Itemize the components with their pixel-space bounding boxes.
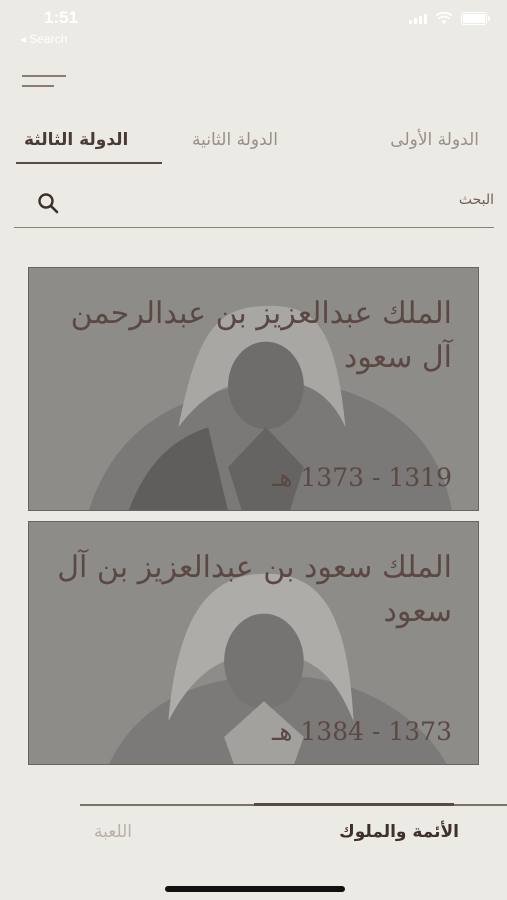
tab-third-state[interactable]: الدولة الثالثة <box>24 130 128 150</box>
wifi-icon <box>435 12 453 24</box>
search-icon[interactable] <box>36 191 60 215</box>
king-name: الملك سعود بن عبدالعزيز بن آل سعود <box>57 550 452 629</box>
state-tabs: الدولة الأولى الدولة الثانية الدولة الثا… <box>0 120 507 164</box>
king-name: الملك عبدالعزيز بن عبدالرحمن آل سعود <box>70 296 452 375</box>
home-indicator[interactable] <box>165 886 345 892</box>
bottom-navigation: الأئمة والملوك اللعبة <box>0 802 507 900</box>
status-time: 1:51 <box>44 8 79 27</box>
nav-game[interactable]: اللعبة <box>94 822 132 842</box>
nav-imams-and-kings[interactable]: الأئمة والملوك <box>339 822 459 842</box>
active-tab-indicator <box>16 162 162 164</box>
search-input[interactable] <box>54 182 494 218</box>
status-icons <box>409 12 490 25</box>
tab-first-state[interactable]: الدولة الأولى <box>390 130 479 150</box>
search-bar <box>14 182 494 228</box>
bottom-nav-active-indicator <box>254 803 454 806</box>
reign-years: 1373 - 1384 هـ <box>271 717 452 746</box>
back-to-search-link[interactable]: ◂ Search <box>20 32 67 46</box>
tab-second-state[interactable]: الدولة الثانية <box>192 130 278 150</box>
reign-years: 1319 - 1373 هـ <box>271 463 452 492</box>
king-card[interactable]: الملك عبدالعزيز بن عبدالرحمن آل سعود 131… <box>28 267 479 511</box>
hamburger-menu-icon[interactable] <box>22 73 66 91</box>
king-card[interactable]: الملك سعود بن عبدالعزيز بن آل سعود 1373 … <box>28 521 479 765</box>
status-bar: 1:51 ◂ Search <box>0 0 507 52</box>
signal-icon <box>409 13 427 24</box>
battery-icon <box>461 12 490 25</box>
